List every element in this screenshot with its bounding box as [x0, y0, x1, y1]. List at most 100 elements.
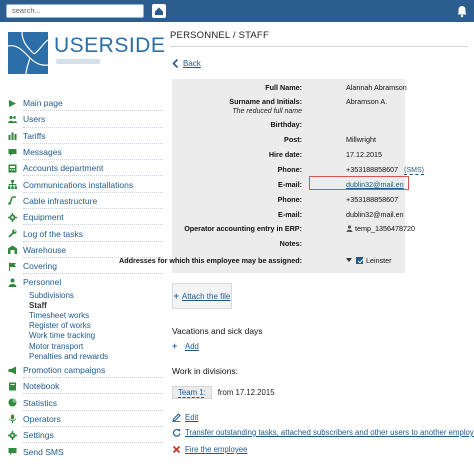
- sidebar-item-statistics[interactable]: Statistics: [8, 394, 163, 411]
- team-button[interactable]: Team 1:: [172, 386, 212, 399]
- row-erp: Operator accounting entry in ERP: temp_1…: [172, 223, 415, 235]
- erp-value: temp_1356478720: [346, 223, 415, 235]
- submenu-item-penalties-and-rewards[interactable]: Penalties and rewards: [29, 352, 163, 362]
- phone-number: +353188858607: [346, 165, 399, 174]
- field-label: Notes:: [279, 239, 302, 248]
- edit-button[interactable]: Edit: [172, 413, 198, 422]
- submenu-item-work-time-tracking[interactable]: Work time tracking: [29, 331, 163, 341]
- row-surname: Surname and Initials: The reduced full n…: [172, 96, 405, 118]
- row-hire-date: Hire date: 17.12.2015: [172, 149, 405, 161]
- back-link[interactable]: Back: [172, 59, 201, 68]
- sidebar-item-settings[interactable]: Settings: [8, 427, 163, 444]
- page-title: PERSONNEL / STAFF: [170, 30, 269, 41]
- address-checkbox[interactable]: [356, 257, 363, 264]
- sidebar-item-personnel[interactable]: Personnel: [8, 274, 163, 290]
- sidebar-item-label: Accounts department: [23, 163, 104, 174]
- logo-tagline: [56, 59, 100, 64]
- userside-logo[interactable]: USERSIDE: [8, 32, 165, 80]
- sidebar-item-communications-installations[interactable]: Communications installations: [8, 176, 163, 193]
- address-label: Leinster: [366, 256, 392, 265]
- sidebar-item-label: Cable infrastructure: [23, 195, 98, 206]
- arrow-right-icon: [8, 99, 17, 108]
- sidebar-item-label: Messages: [23, 147, 62, 158]
- transfer-button[interactable]: Transfer outstanding tasks, attached sub…: [172, 428, 474, 437]
- add-label: Add: [185, 342, 199, 351]
- row-email-2: E-mail: dublin32@mail.en: [172, 209, 405, 221]
- edit-icon: [172, 413, 181, 422]
- sidebar-item-tariffs[interactable]: Tariffs: [8, 128, 163, 144]
- sidebar-item-cable-infrastructure[interactable]: Cable infrastructure: [8, 193, 163, 210]
- chevron-left-icon: [172, 59, 179, 68]
- sidebar-item-send-sms[interactable]: Send SMS: [8, 443, 163, 459]
- row-addresses: Addresses for which this employee may be…: [119, 255, 405, 267]
- cable-icon: [8, 196, 17, 206]
- user-icon: [8, 278, 17, 287]
- sms-icon: [8, 447, 17, 456]
- erp-login: temp_1356478720: [355, 224, 415, 233]
- attach-file-button[interactable]: + Attach the file: [172, 283, 232, 309]
- sidebar-item-label: Covering: [23, 261, 58, 272]
- sidebar-item-accounts-department[interactable]: Accounts department: [8, 160, 163, 177]
- home-icon[interactable]: [152, 4, 166, 18]
- sidebar-item-label: Users: [23, 114, 46, 125]
- add-vacation-button[interactable]: + Add: [172, 342, 199, 352]
- submenu-item-subdivisions[interactable]: Subdivisions: [29, 291, 163, 301]
- logo-text: USERSIDE: [54, 34, 166, 57]
- sidebar-nav: Main page Users Tariffs Messages Account…: [8, 95, 163, 460]
- edit-label: Edit: [185, 413, 199, 422]
- megaphone-icon: [8, 366, 17, 375]
- field-label: Phone:: [277, 195, 302, 204]
- email-highlight-box: [309, 176, 409, 190]
- field-label: Full Name:: [265, 83, 302, 92]
- search-input[interactable]: search...: [6, 4, 144, 18]
- row-post: Post: Millwright: [172, 134, 405, 146]
- book-icon: [8, 382, 17, 391]
- submenu-item-motor-transport[interactable]: Motor transport: [29, 342, 163, 352]
- row-birthday: Birthday:: [172, 119, 405, 131]
- sidebar-item-promotion-campaigns[interactable]: Promotion campaigns: [8, 362, 163, 379]
- sidebar-item-log-of-the-tasks[interactable]: Log of the tasks: [8, 225, 163, 242]
- sms-link[interactable]: (SMS): [404, 167, 425, 175]
- fire-label: Fire the employee: [185, 445, 248, 454]
- top-bar: search...: [0, 0, 474, 22]
- row-phone: Phone: +353188858607 (SMS): [172, 164, 425, 176]
- notification-icon[interactable]: [456, 4, 468, 18]
- sidebar-item-messages[interactable]: Messages: [8, 144, 163, 161]
- division-from-date: from 17.12.2015: [217, 388, 275, 397]
- sidebar-item-main-page[interactable]: Main page: [8, 95, 163, 112]
- field-sublabel: The reduced full name: [232, 108, 302, 115]
- logo-mark-icon: [8, 32, 48, 74]
- submenu-item-staff[interactable]: Staff: [29, 301, 163, 311]
- chat-icon: [8, 148, 17, 157]
- sidebar-item-label: Send SMS: [23, 446, 64, 457]
- expand-triangle-icon[interactable]: [346, 258, 352, 262]
- settings-icon: [8, 430, 17, 440]
- close-icon: [172, 445, 181, 454]
- sidebar-item-label: Warehouse: [23, 244, 67, 255]
- personnel-submenu: Subdivisions Staff Timesheet works Regis…: [8, 291, 163, 362]
- row-full-name: Full Name: Alannah Abramson: [172, 82, 407, 94]
- submenu-item-timesheet-works[interactable]: Timesheet works: [29, 311, 163, 321]
- refresh-icon: [172, 428, 181, 437]
- field-label: E-mail:: [278, 210, 302, 219]
- sidebar-item-label: Communications installations: [23, 179, 134, 190]
- sidebar-item-label: Equipment: [23, 212, 64, 223]
- sidebar-item-users[interactable]: Users: [8, 111, 163, 128]
- sidebar-item-label: Main page: [23, 98, 63, 109]
- sidebar-item-equipment[interactable]: Equipment: [8, 209, 163, 226]
- attach-file-label: Attach the file: [181, 291, 231, 301]
- hire-date-value: 17.12.2015: [346, 150, 382, 159]
- fire-employee-button[interactable]: Fire the employee: [172, 445, 247, 454]
- field-label: E-mail:: [278, 180, 302, 189]
- title-divider: [170, 46, 468, 47]
- full-name-value: Alannah Abramson: [346, 83, 407, 92]
- sitemap-icon: [8, 180, 17, 190]
- submenu-item-register-of-works[interactable]: Register of works: [29, 321, 163, 331]
- sidebar-item-notebook[interactable]: Notebook: [8, 378, 163, 395]
- sidebar-item-label: Promotion campaigns: [23, 365, 106, 376]
- flag-icon: [8, 262, 17, 271]
- sidebar-item-label: Notebook: [23, 381, 60, 392]
- sidebar-item-operators[interactable]: Operators: [8, 411, 163, 428]
- transfer-label: Transfer outstanding tasks, attached sub…: [185, 428, 474, 437]
- wrench-icon: [8, 229, 17, 238]
